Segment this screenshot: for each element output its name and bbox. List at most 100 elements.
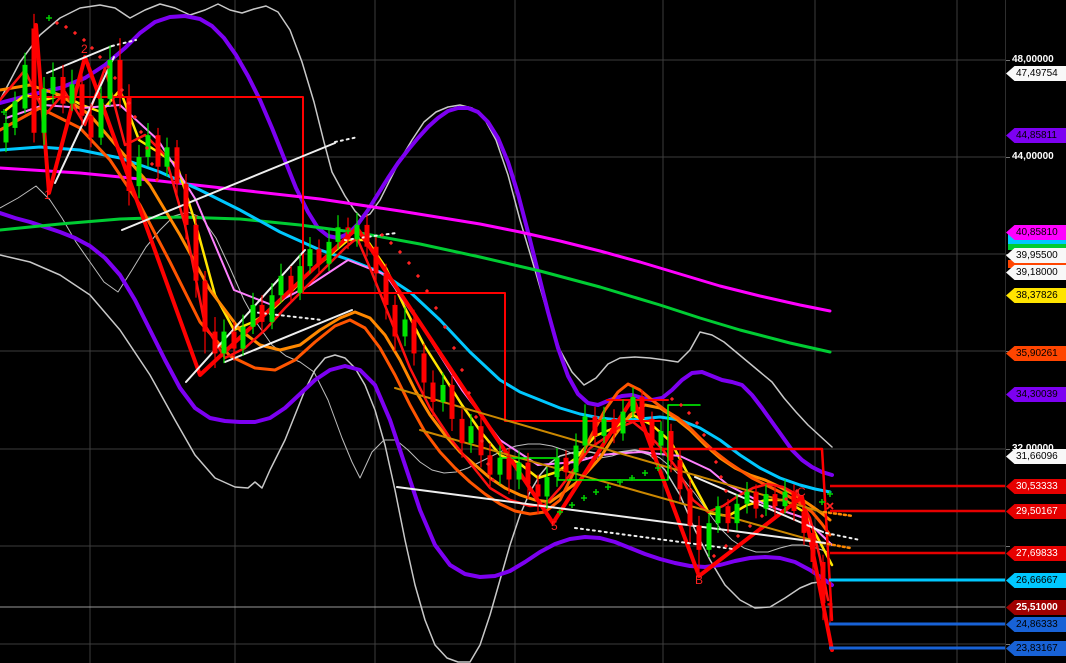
- candle-body: [288, 275, 294, 293]
- candle-body: [136, 157, 142, 187]
- chart-canvas[interactable]: 1 2 5 B C: [0, 0, 1005, 663]
- candle-body: [335, 227, 341, 242]
- price-tag-29,50167: 29,50167: [1006, 504, 1066, 519]
- price-axis[interactable]: 48,00000 44,00000 32,00000 47,49754 44,85811…: [1005, 0, 1066, 663]
- candle-body: [364, 224, 370, 247]
- candle-body: [259, 304, 265, 322]
- candle-body: [269, 295, 275, 322]
- candle-body: [50, 76, 56, 94]
- candle-body: [278, 275, 284, 296]
- price-tag-27,69833: 27,69833: [1006, 546, 1066, 561]
- candle-body: [193, 224, 199, 281]
- axis-tick: [1006, 449, 1010, 450]
- candle-body: [582, 416, 588, 446]
- candle-body: [69, 84, 75, 104]
- price-tag-31,66096: 31,66096: [1006, 449, 1066, 464]
- candle-body: [525, 462, 531, 485]
- candle-body: [573, 445, 579, 473]
- candle-body: [791, 491, 797, 512]
- trading-chart-window: 125BC 48,00000 44,00000 32,00000 47,49754 44…: [0, 0, 1066, 663]
- candle-body: [145, 135, 151, 157]
- wave-label-2: 2: [81, 42, 88, 56]
- candle-body: [316, 249, 322, 264]
- price-tag-39,95500: 39,95500: [1006, 248, 1066, 263]
- candle-body: [677, 460, 683, 490]
- candle-body: [725, 506, 731, 524]
- candle-body: [240, 326, 246, 349]
- candle-body: [810, 532, 816, 562]
- candle-body: [516, 462, 522, 480]
- candle-body: [411, 319, 417, 354]
- candle-body: [212, 331, 218, 354]
- candle-body: [497, 457, 503, 475]
- candle-body: [744, 491, 750, 504]
- candle-body: [449, 384, 455, 419]
- wave-label-C: C: [797, 485, 806, 499]
- axis-label-48,00000: 48,00000: [1012, 54, 1054, 65]
- candle-body: [79, 84, 85, 116]
- candle-body: [620, 411, 626, 434]
- price-tag-26,66667: 26,66667: [1006, 573, 1066, 588]
- axis-label-44,00000: 44,00000: [1012, 151, 1054, 162]
- price-tag-40,85810: 40,85810: [1006, 225, 1066, 240]
- axis-tick: [1006, 60, 1010, 61]
- candle-body: [763, 494, 769, 509]
- price-tag-30,53333: 30,53333: [1006, 479, 1066, 494]
- candle-body: [31, 28, 37, 133]
- candle-body: [60, 76, 66, 104]
- candle-body: [563, 457, 569, 473]
- candle-body: [535, 484, 541, 497]
- candle-body: [468, 426, 474, 444]
- price-tag-47,49754: 47,49754: [1006, 66, 1066, 81]
- candle-body: [649, 418, 655, 446]
- candle-body: [554, 457, 560, 478]
- candle-body: [250, 304, 256, 327]
- price-tag-34,30039: 34,30039: [1006, 387, 1066, 402]
- price-tag-23,83167: 23,83167: [1006, 641, 1066, 656]
- candle-body: [307, 249, 313, 267]
- price-tag-44,85811: 44,85811: [1006, 128, 1066, 143]
- candle-body: [297, 266, 303, 293]
- price-tag-35,90261: 35,90261: [1006, 346, 1066, 361]
- candle-body: [753, 491, 759, 509]
- candle-body: [98, 98, 104, 138]
- candle-body: [174, 147, 180, 184]
- wave-label-1: 1: [44, 188, 51, 202]
- candle-body: [601, 418, 607, 436]
- price-tag-24,86333: 24,86333: [1006, 617, 1066, 632]
- candle-body: [22, 64, 28, 109]
- axis-tick: [1006, 546, 1010, 547]
- candle-body: [592, 416, 598, 436]
- candle-body: [772, 494, 778, 507]
- candle-body: [544, 477, 550, 497]
- candle-body: [715, 506, 721, 524]
- candle-body: [155, 135, 161, 167]
- candle-body: [820, 561, 826, 604]
- wave-label-5: 5: [551, 519, 558, 533]
- candle-body: [440, 384, 446, 402]
- candle-body: [459, 418, 465, 444]
- candle-body: [383, 273, 389, 305]
- wave-label-B: B: [695, 573, 703, 587]
- candle-body: [658, 431, 664, 446]
- candle-body: [639, 397, 645, 419]
- candle-body: [202, 280, 208, 332]
- candle-body: [706, 523, 712, 550]
- candle-body: [231, 331, 237, 349]
- candle-body: [506, 457, 512, 480]
- candle-body: [12, 101, 18, 128]
- candle-body: [41, 89, 47, 133]
- candle-body: [421, 353, 427, 383]
- axis-tick: [1006, 157, 1010, 158]
- candle-body: [326, 241, 332, 264]
- price-tag-38,37826: 38,37826: [1006, 288, 1066, 303]
- candle-body: [164, 147, 170, 167]
- candle-body: [696, 525, 702, 550]
- candle-body: [221, 331, 227, 354]
- candle-body: [392, 304, 398, 337]
- price-tag-25,51000: 25,51000: [1006, 600, 1066, 615]
- candle-body: [373, 246, 379, 274]
- candle-body: [611, 418, 617, 434]
- axis-tick: [1006, 644, 1010, 645]
- candle-body: [668, 431, 674, 461]
